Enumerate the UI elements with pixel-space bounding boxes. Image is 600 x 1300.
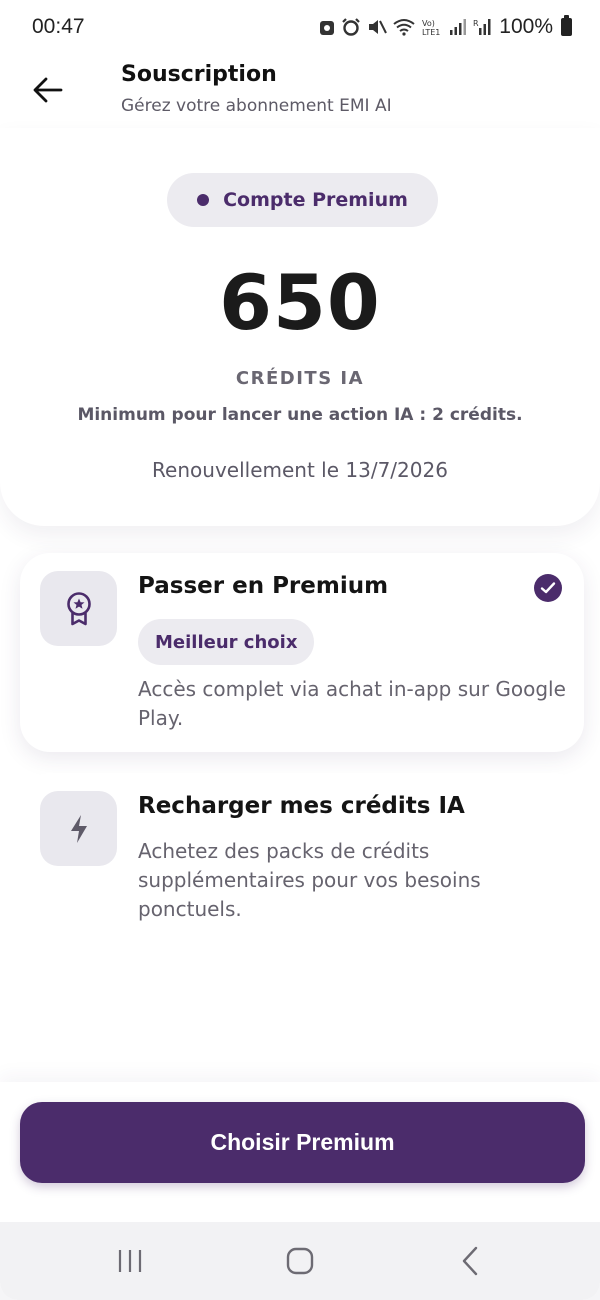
wifi-icon xyxy=(393,19,415,36)
svg-text:Vo): Vo) xyxy=(422,19,435,28)
status-icons: Vo) LTE1 R 100% xyxy=(319,15,572,39)
plan-badge-label: Compte Premium xyxy=(223,189,408,211)
svg-text:R: R xyxy=(473,19,479,28)
nfc-icon xyxy=(320,21,335,35)
status-bar: 00:47 Vo) LTE1 R 100% xyxy=(0,0,600,54)
nav-back-button[interactable] xyxy=(440,1240,500,1282)
mute-icon xyxy=(369,20,388,34)
plan-badge: Compte Premium xyxy=(167,173,438,227)
lightning-icon xyxy=(70,814,87,843)
award-icon xyxy=(66,591,91,625)
page-title: Souscription xyxy=(121,62,277,87)
option-premium[interactable]: Passer en Premium Meilleur choix Accès c… xyxy=(20,553,584,752)
nav-recents-button[interactable] xyxy=(100,1240,160,1282)
option-recharge-credits[interactable]: Recharger mes crédits IA Achetez des pac… xyxy=(20,773,584,943)
svg-text:LTE1: LTE1 xyxy=(422,28,440,36)
home-icon xyxy=(286,1247,314,1275)
option-description: Accès complet via achat in-app sur Googl… xyxy=(138,677,566,730)
renewal-date: Renouvellement le 13/7/2026 xyxy=(152,458,448,482)
battery-icon xyxy=(561,15,572,36)
status-dot-icon xyxy=(197,194,210,206)
footer-bar: Choisir Premium xyxy=(0,1082,600,1222)
credits-minimum-note: Minimum pour lancer une action IA : 2 cr… xyxy=(77,405,523,425)
option-icon-box xyxy=(40,791,117,866)
status-time: 00:47 xyxy=(32,15,85,38)
option-description: Achetez des packs de crédits supplémenta… xyxy=(138,839,481,921)
app-header: Souscription Gérez votre abonnement EMI … xyxy=(0,54,600,128)
nav-home-button[interactable] xyxy=(270,1240,330,1282)
option-title: Passer en Premium xyxy=(138,573,389,599)
page-subtitle: Gérez votre abonnement EMI AI xyxy=(121,96,392,116)
app-screen: 00:47 Vo) LTE1 R 100% Souscription Gérez … xyxy=(0,0,600,1300)
back-button[interactable] xyxy=(26,68,70,112)
choose-premium-button[interactable]: Choisir Premium xyxy=(20,1102,585,1183)
credits-value: 650 xyxy=(219,258,381,347)
check-circle-icon xyxy=(534,574,562,602)
option-title: Recharger mes crédits IA xyxy=(138,793,465,819)
system-nav-bar xyxy=(0,1222,600,1300)
battery-percentage: 100% xyxy=(499,15,553,38)
signal-icon xyxy=(450,19,467,35)
chevron-left-icon xyxy=(462,1246,478,1276)
credits-label: CRÉDITS IA xyxy=(235,368,365,389)
volte-icon: Vo)LTE1 xyxy=(422,19,440,36)
option-icon-box xyxy=(40,571,117,646)
signal-roaming-icon: R xyxy=(473,19,491,35)
recents-icon xyxy=(118,1250,142,1272)
arrow-left-icon xyxy=(33,77,63,103)
alarm-icon xyxy=(342,18,361,36)
subscription-summary: Compte Premium 650 CRÉDITS IA Minimum po… xyxy=(0,128,600,526)
best-choice-badge: Meilleur choix xyxy=(138,619,315,665)
